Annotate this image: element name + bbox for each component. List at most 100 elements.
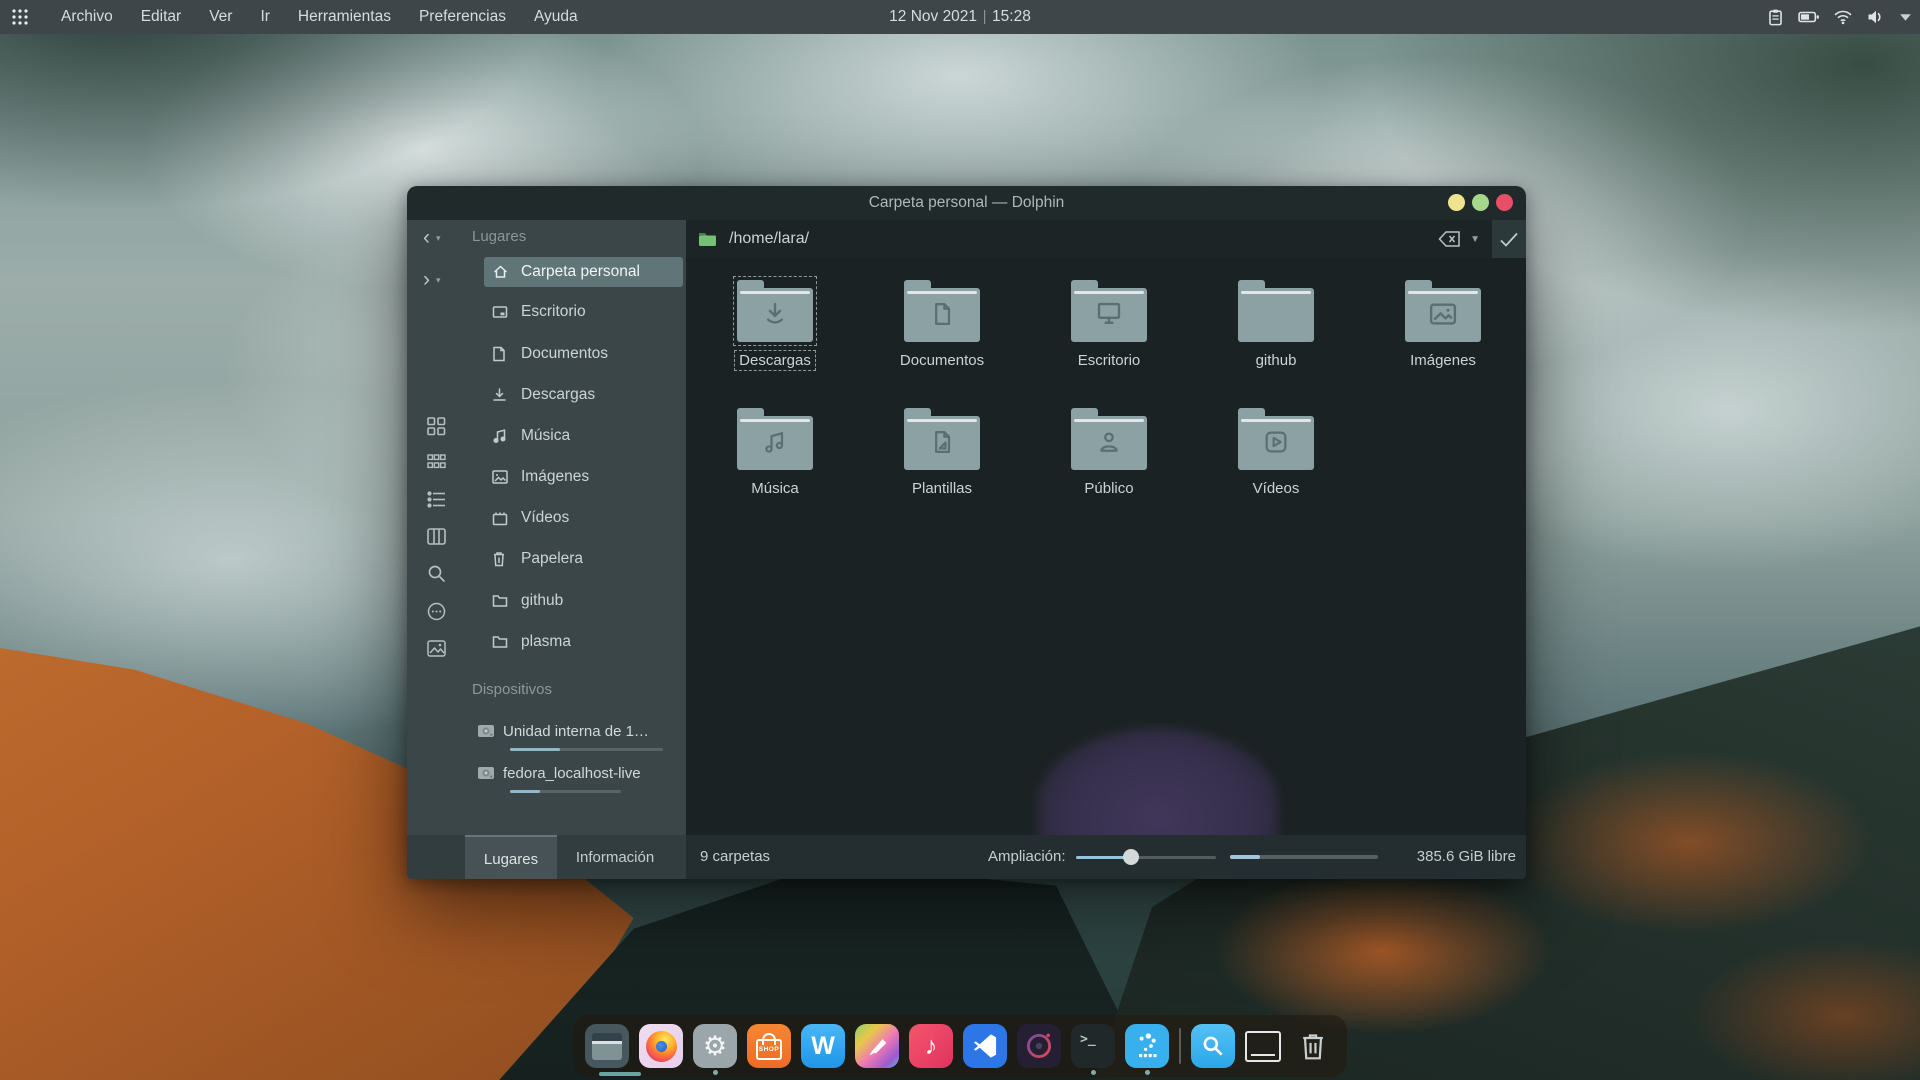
menu-ver[interactable]: Ver xyxy=(195,0,246,34)
dock-installer[interactable] xyxy=(1125,1024,1169,1068)
folder-label: Imágenes xyxy=(1410,351,1476,370)
dock-terminal[interactable]: >_ xyxy=(1071,1024,1115,1068)
menu-ir[interactable]: Ir xyxy=(246,0,283,34)
sidebar-item-papelera[interactable]: Papelera xyxy=(484,544,683,574)
clear-text-icon[interactable] xyxy=(1438,230,1462,248)
details-view-icon[interactable] xyxy=(427,491,446,513)
chevron-down-icon[interactable] xyxy=(1899,12,1912,22)
download-icon xyxy=(492,387,509,403)
dock-vscode[interactable] xyxy=(963,1024,1007,1068)
dock-show-desktop[interactable] xyxy=(1245,1031,1281,1062)
menu-editar[interactable]: Editar xyxy=(127,0,196,34)
vscode-icon xyxy=(971,1032,999,1060)
close-button[interactable] xyxy=(1496,194,1513,211)
folder-item-escritorio[interactable]: Escritorio xyxy=(1029,280,1189,370)
sidebar-item-label: Imágenes xyxy=(521,468,589,486)
sidebar-item-descargas[interactable]: Descargas xyxy=(484,380,683,410)
top-panel: Archivo Editar Ver Ir Herramientas Prefe… xyxy=(0,0,1920,34)
sidebar-item-carpeta-personal[interactable]: Carpeta personal xyxy=(484,257,683,287)
volume-icon[interactable] xyxy=(1866,8,1886,26)
dock-file-manager[interactable] xyxy=(585,1024,629,1068)
tab-lugares[interactable]: Lugares xyxy=(465,835,557,879)
minimize-button[interactable] xyxy=(1448,194,1465,211)
maximize-button[interactable] xyxy=(1472,194,1489,211)
sidebar-item-plasma[interactable]: plasma xyxy=(484,627,683,657)
forward-history-caret-icon[interactable]: ▾ xyxy=(436,275,441,286)
gear-icon: ⚙ xyxy=(703,1031,727,1062)
folder-item-documentos[interactable]: Documentos xyxy=(862,280,1022,370)
dock-search[interactable] xyxy=(1191,1024,1235,1068)
location-dropdown-icon[interactable]: ▼ xyxy=(1470,234,1480,245)
clock[interactable]: 12 Nov 2021 15:28 xyxy=(889,0,1031,34)
sidebar-item-videos[interactable]: Vídeos xyxy=(484,503,683,533)
play-emblem-icon xyxy=(1262,428,1290,456)
home-icon xyxy=(492,264,509,280)
sidebar-item-label: Descargas xyxy=(521,386,595,404)
folder-item-musica[interactable]: Música xyxy=(695,408,855,498)
folder-label: github xyxy=(1256,351,1297,370)
clipboard-icon[interactable] xyxy=(1766,8,1785,27)
folder-item-imagenes[interactable]: Imágenes xyxy=(1363,280,1523,370)
dock-separator xyxy=(1179,1028,1181,1064)
sidebar-item-escritorio[interactable]: Escritorio xyxy=(484,297,683,327)
battery-icon[interactable] xyxy=(1798,8,1820,26)
menu-archivo[interactable]: Archivo xyxy=(47,0,127,34)
sidebar-item-documentos[interactable]: Documentos xyxy=(484,339,683,369)
forward-button[interactable]: › ▾ xyxy=(423,270,441,290)
sidebar-item-github[interactable]: github xyxy=(484,586,683,616)
window-title: Carpeta personal — Dolphin xyxy=(407,186,1526,220)
folder-item-descargas[interactable]: Descargas xyxy=(695,280,855,370)
dolphin-window: Carpeta personal — Dolphin ‹ ▾ › ▾ xyxy=(407,186,1526,879)
compact-view-icon[interactable] xyxy=(427,454,446,475)
back-button[interactable]: ‹ ▾ xyxy=(423,228,441,248)
wifi-icon[interactable] xyxy=(1833,8,1853,26)
menu-preferencias[interactable]: Preferencias xyxy=(405,0,520,34)
split-view-icon[interactable] xyxy=(427,528,446,550)
location-bar[interactable]: /home/lara/ ▼ xyxy=(686,220,1526,258)
folder-label: Vídeos xyxy=(1253,479,1300,498)
accept-location-button[interactable] xyxy=(1492,220,1526,258)
menu-ayuda[interactable]: Ayuda xyxy=(520,0,592,34)
dock-settings[interactable]: ⚙ xyxy=(693,1024,737,1068)
system-tray xyxy=(1766,0,1912,34)
music-note-icon: ♪ xyxy=(925,1032,938,1061)
menu-herramientas[interactable]: Herramientas xyxy=(284,0,405,34)
download-emblem-icon xyxy=(760,299,790,329)
device-internal-drive[interactable]: Unidad interna de 1… xyxy=(477,718,649,744)
folder-item-plantillas[interactable]: Plantillas xyxy=(862,408,1022,498)
running-indicator-dot xyxy=(713,1070,718,1075)
sidebar-item-imagenes[interactable]: Imágenes xyxy=(484,462,683,492)
zoom-slider[interactable] xyxy=(1076,856,1216,859)
trash-icon xyxy=(492,551,509,567)
dock-music-player[interactable]: ♪ xyxy=(909,1024,953,1068)
dock-writer[interactable]: W xyxy=(801,1024,845,1068)
location-path-input[interactable]: /home/lara/ xyxy=(729,230,809,248)
titlebar[interactable]: Carpeta personal — Dolphin xyxy=(407,186,1526,220)
dock-software-shop[interactable]: SHOP xyxy=(747,1024,791,1068)
zoom-slider-handle[interactable] xyxy=(1123,849,1139,865)
dock-krita[interactable] xyxy=(855,1024,899,1068)
search-icon[interactable] xyxy=(427,564,446,588)
folder-icon-publico xyxy=(1071,408,1147,470)
sidebar-item-musica[interactable]: Música xyxy=(484,421,683,451)
folder-icon xyxy=(492,635,509,649)
device-fedora-live[interactable]: fedora_localhost-live xyxy=(477,760,641,786)
tab-label: Información xyxy=(576,849,654,866)
folder-view[interactable]: Descargas Documentos xyxy=(686,258,1526,835)
icons-view-icon[interactable] xyxy=(427,417,446,441)
folder-item-videos[interactable]: Vídeos xyxy=(1196,408,1356,498)
folder-item-github[interactable]: github xyxy=(1196,280,1356,370)
brush-icon xyxy=(862,1031,892,1061)
wallpaper-image-icon[interactable] xyxy=(427,640,446,662)
firefox-globe xyxy=(656,1041,667,1052)
dock-trash[interactable] xyxy=(1291,1024,1335,1068)
folder-item-publico[interactable]: Público xyxy=(1029,408,1189,498)
tab-informacion[interactable]: Información xyxy=(561,835,669,879)
dock-media-app[interactable] xyxy=(1017,1024,1061,1068)
w-letter-icon: W xyxy=(811,1032,835,1061)
back-history-caret-icon[interactable]: ▾ xyxy=(436,233,441,244)
more-options-icon[interactable] xyxy=(427,602,446,626)
free-space-fill xyxy=(1230,855,1260,859)
dock-firefox[interactable] xyxy=(639,1024,683,1068)
app-grid-icon[interactable] xyxy=(9,6,31,28)
